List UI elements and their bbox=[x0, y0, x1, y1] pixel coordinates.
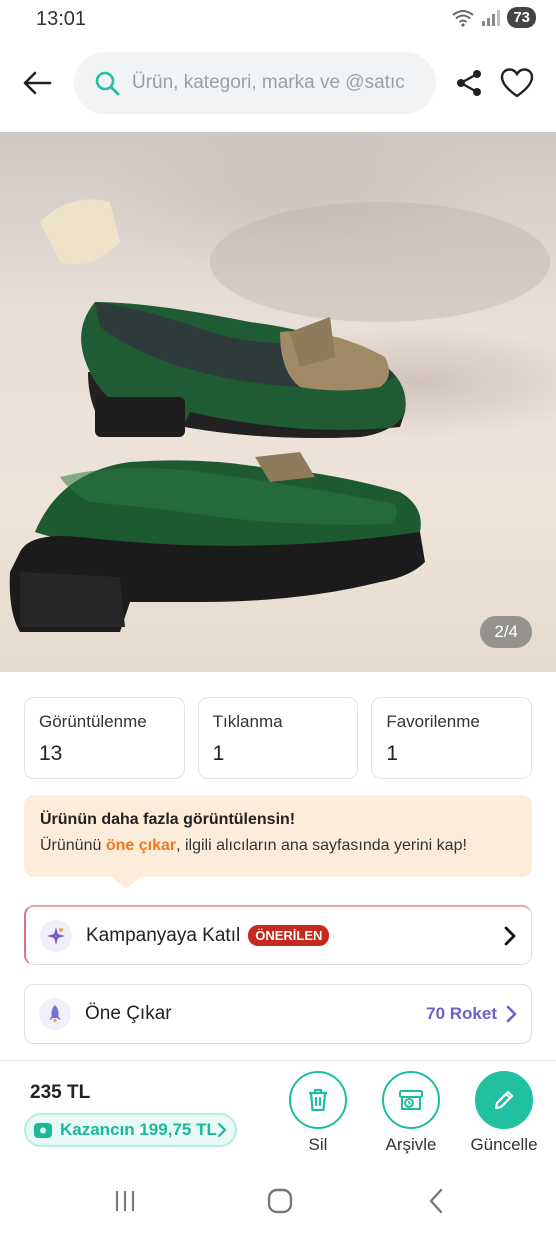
trash-icon bbox=[309, 1088, 327, 1112]
share-button[interactable] bbox=[455, 68, 483, 98]
stat-clicks: Tıklanma 1 bbox=[197, 697, 359, 779]
archive-action[interactable]: Arşivle bbox=[371, 1071, 451, 1155]
top-bar: Ürün, kategori, marka ve @satıc bbox=[0, 50, 556, 116]
bottom-divider bbox=[0, 1060, 556, 1061]
feature-label: Öne Çıkar bbox=[85, 1003, 172, 1024]
update-label: Güncelle bbox=[470, 1135, 538, 1154]
join-campaign-label: Kampanyaya Katıl bbox=[86, 924, 241, 946]
wallet-icon bbox=[34, 1123, 52, 1138]
archive-button[interactable] bbox=[382, 1071, 440, 1129]
update-action[interactable]: Güncelle bbox=[464, 1071, 544, 1155]
stat-favorites-label: Favorilenme bbox=[386, 712, 480, 731]
arrow-left-icon bbox=[23, 71, 52, 95]
stat-clicks-value: 1 bbox=[212, 742, 225, 765]
promo-text-before: Ürününü bbox=[40, 837, 106, 854]
promo-text: Ürününü öne çıkar, ilgili alıcıların ana… bbox=[40, 837, 516, 855]
recents-button[interactable] bbox=[110, 1186, 140, 1216]
promo-banner: Ürünün daha fazla görüntülensin! Ürününü… bbox=[24, 795, 532, 889]
stat-favorites-value: 1 bbox=[386, 742, 399, 765]
update-button[interactable] bbox=[475, 1071, 533, 1129]
promo-pointer bbox=[112, 877, 140, 889]
recents-icon bbox=[115, 1191, 135, 1211]
feature-cost: 70 Roket bbox=[426, 1004, 517, 1024]
rocket-icon bbox=[39, 998, 71, 1030]
back-button[interactable] bbox=[20, 66, 54, 100]
feature-row[interactable]: Öne Çıkar 70 Roket bbox=[24, 984, 532, 1044]
signal-icon bbox=[482, 9, 501, 26]
home-icon bbox=[267, 1188, 293, 1214]
status-bar: 13:01 73 bbox=[0, 0, 556, 38]
stat-favorites: Favorilenme 1 bbox=[371, 697, 533, 779]
nav-back-button[interactable] bbox=[422, 1186, 452, 1216]
heart-icon bbox=[500, 68, 534, 98]
promo-text-after: , ilgili alıcıların ana sayfasında yerin… bbox=[176, 837, 467, 854]
stats-row: Görüntülenme 13 Tıklanma 1 Favorilenme 1 bbox=[24, 697, 533, 779]
delete-action[interactable]: Sil bbox=[278, 1071, 358, 1155]
roket-cost: 70 Roket bbox=[426, 1004, 497, 1023]
chevron-right-icon bbox=[217, 1122, 227, 1138]
recommended-badge: ÖNERİLEN bbox=[248, 925, 330, 946]
product-photo[interactable]: 2/4 bbox=[0, 132, 556, 672]
promo-title: Ürünün daha fazla görüntülensin! bbox=[40, 811, 296, 828]
archive-icon bbox=[399, 1090, 423, 1110]
chevron-right-icon bbox=[504, 926, 516, 945]
wifi-icon bbox=[452, 9, 474, 27]
stat-clicks-label: Tıklanma bbox=[212, 712, 283, 731]
archive-label: Arşivle bbox=[385, 1135, 437, 1154]
search-input[interactable]: Ürün, kategori, marka ve @satıc bbox=[74, 52, 436, 114]
shoe-illustration bbox=[9, 199, 550, 632]
stat-views-label: Görüntülenme bbox=[39, 712, 147, 731]
status-icons: 73 bbox=[451, 7, 536, 28]
favorite-button[interactable] bbox=[500, 68, 534, 98]
pencil-icon bbox=[494, 1090, 514, 1110]
share-icon bbox=[457, 70, 481, 96]
stat-views: Görüntülenme 13 bbox=[24, 697, 185, 779]
delete-button[interactable] bbox=[289, 1071, 347, 1129]
campaign-arrow bbox=[503, 926, 517, 946]
price: 235 TL bbox=[30, 1082, 91, 1103]
system-nav-bar bbox=[0, 1180, 556, 1220]
search-icon bbox=[95, 71, 120, 96]
stat-views-value: 13 bbox=[39, 742, 63, 765]
photo-counter: 2/4 bbox=[480, 616, 532, 648]
chevron-right-icon bbox=[506, 1005, 517, 1023]
earning-badge[interactable]: Kazancın 199,75 TL bbox=[24, 1113, 237, 1147]
join-campaign-row[interactable]: Kampanyaya Katıl ÖNERİLEN bbox=[24, 905, 532, 965]
campaign-icon bbox=[40, 919, 72, 952]
delete-label: Sil bbox=[308, 1135, 328, 1154]
earning-text: Kazancın 199,75 TL bbox=[60, 1120, 217, 1139]
status-time: 13:01 bbox=[36, 8, 87, 30]
chevron-left-icon bbox=[429, 1188, 443, 1214]
battery-indicator: 73 bbox=[507, 7, 536, 28]
home-button[interactable] bbox=[265, 1186, 295, 1216]
search-placeholder: Ürün, kategori, marka ve @satıc bbox=[132, 72, 405, 93]
promo-highlight: öne çıkar bbox=[105, 837, 177, 854]
